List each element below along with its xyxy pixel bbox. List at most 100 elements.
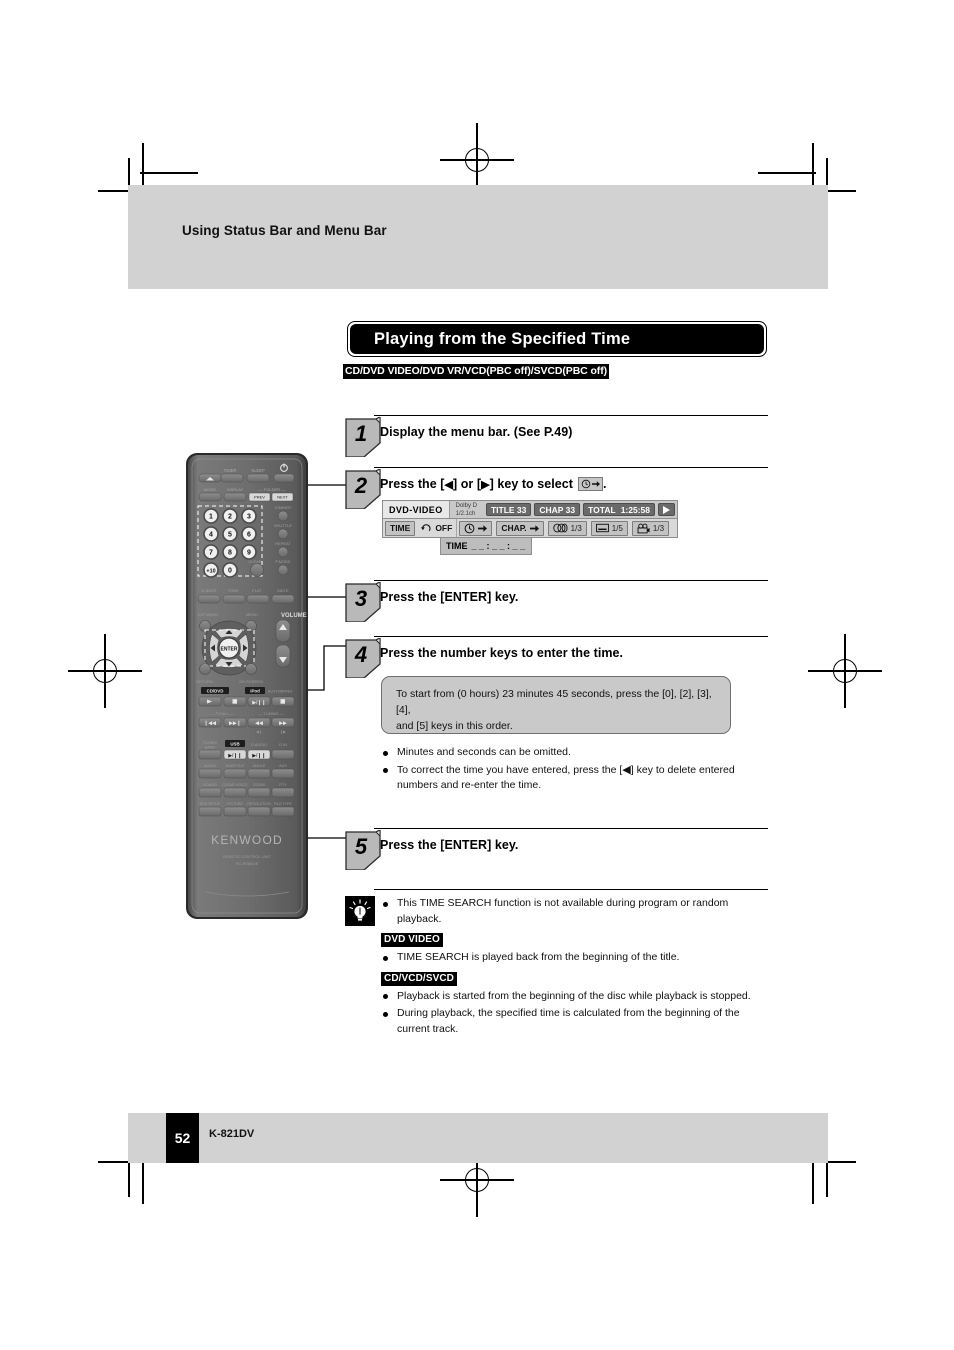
step-3-number: 3: [354, 586, 368, 611]
svg-text:AUDIO: AUDIO: [204, 764, 216, 768]
svg-text:8: 8: [228, 550, 232, 557]
registration-mark-top: [440, 123, 514, 197]
svg-text:RESOLUTION: RESOLUTION: [247, 802, 271, 806]
step-4-number: 4: [354, 642, 368, 667]
svg-text:— P.CALL —: — P.CALL —: [210, 711, 233, 716]
audio-format-indicator: Dolby D 1/2.1ch: [450, 501, 485, 518]
step-1-badge: 1: [344, 417, 381, 457]
svg-text:AUX: AUX: [279, 764, 287, 768]
menu-item-subtitle[interactable]: 1/5: [590, 520, 628, 536]
svg-text:TONE: TONE: [227, 588, 238, 593]
tips-content: This TIME SEARCH function is not availab…: [381, 896, 773, 1039]
status-bar-row-1: DVD-VIDEO Dolby D 1/2.1ch TITLE 33 CHAP …: [382, 500, 678, 519]
svg-text:VOLUME: VOLUME: [281, 613, 307, 619]
svg-text:AUTO/MONO: AUTO/MONO: [268, 689, 293, 694]
step-3-text: Press the [ENTER] key.: [380, 590, 519, 604]
menu-item-chapter-search[interactable]: CHAP.: [496, 520, 544, 536]
right-arrow-icon: [529, 524, 539, 532]
svg-text:1: 1: [209, 514, 213, 521]
svg-text:DIMMER: DIMMER: [275, 505, 291, 510]
svg-text:ON SCREEN: ON SCREEN: [239, 679, 263, 684]
svg-text:PTY: PTY: [279, 783, 287, 787]
step-5-rule: [374, 828, 768, 830]
svg-text:❙◀◀: ❙◀◀: [204, 721, 216, 727]
title-chip: TITLE 33: [485, 503, 532, 516]
svg-text:NEXT: NEXT: [277, 495, 288, 500]
svg-text:TIMER: TIMER: [223, 468, 236, 473]
section-heading-label: Playing from the Specified Time: [350, 324, 764, 354]
svg-text:ANGLE: ANGLE: [253, 764, 266, 768]
menu-item-subtitle-value: 1/5: [611, 523, 623, 533]
right-arrow-key-icon: ▶: [481, 478, 490, 491]
menu-item-audio[interactable]: 1/3: [547, 520, 587, 536]
total-time-chip: TOTAL 1:25:58: [583, 503, 655, 516]
step-4-badge: 4: [344, 638, 381, 678]
svg-text:SHUTTLE: SHUTTLE: [274, 523, 293, 528]
menu-item-time-label: TIME: [390, 523, 411, 533]
step-2-text-end: .: [603, 477, 607, 491]
svg-text:9: 9: [247, 550, 251, 557]
menu-item-repeat-label: OFF: [435, 523, 453, 533]
disc-tag-dvd-video: DVD VIDEO: [381, 933, 443, 947]
svg-text:P.MODE: P.MODE: [275, 559, 291, 564]
svg-text:6: 6: [247, 532, 251, 539]
total-time-value: 1:25:58: [620, 504, 650, 515]
step-4-text: Press the number keys to enter the time.: [380, 646, 624, 660]
menu-bar-filler: [671, 519, 677, 537]
svg-text:CD/DVD: CD/DVD: [207, 689, 224, 694]
menu-item-angle[interactable]: 1/3: [631, 520, 670, 536]
example-note-box: To start from (0 hours) 23 minutes 45 se…: [381, 676, 731, 734]
svg-text:MUTE: MUTE: [277, 588, 289, 593]
menu-bar-row: TIME OFF CHAP. 1/3 1/5 1/3: [382, 519, 678, 538]
svg-text:PICTURE: PICTURE: [227, 802, 243, 806]
play-triangle-icon: [658, 503, 675, 516]
list-item: During playback, the specified time is c…: [381, 1006, 773, 1037]
list-item: Minutes and seconds can be omitted.: [381, 745, 751, 761]
svg-text:TUNER/: TUNER/: [203, 741, 218, 745]
step-3-rule: [374, 580, 768, 582]
lightbulb-icon: [345, 896, 375, 926]
svg-text:▶/❙❙: ▶/❙❙: [252, 753, 266, 759]
menu-item-angle-value: 1/3: [652, 523, 665, 533]
disc-tag-cd-vcd-svcd: CD/VCD/SVCD: [381, 971, 457, 986]
total-time-label: TOTAL: [588, 504, 616, 515]
time-entry-field[interactable]: TIME _ _ : _ _ : _ _: [440, 538, 532, 555]
svg-text:▶▶❙: ▶▶❙: [229, 721, 241, 727]
list-item: TIME SEARCH is played back from the begi…: [381, 950, 773, 966]
time-entry-blanks: _ _ : _ _ : _ _: [471, 541, 526, 551]
svg-text:▶/❙❙: ▶/❙❙: [252, 700, 266, 706]
svg-text:◀❙: ◀❙: [256, 729, 262, 734]
step-5-number: 5: [354, 834, 368, 859]
svg-text:0: 0: [228, 568, 232, 575]
step-1-rule: [374, 415, 768, 417]
status-bar-graphic: DVD-VIDEO Dolby D 1/2.1ch TITLE 33 CHAP …: [382, 500, 678, 555]
step-2-number: 2: [354, 473, 368, 498]
step-4-rule: [374, 636, 768, 638]
svg-text:DISPLAY: DISPLAY: [227, 487, 244, 492]
list-item: To correct the time you have entered, pr…: [381, 763, 751, 794]
svg-text:TOP MENU: TOP MENU: [197, 612, 218, 617]
step-2-text: Press the [◀] or [▶] key to select .: [380, 477, 607, 491]
svg-text:CLEAR VOICE: CLEAR VOICE: [222, 783, 248, 787]
disc-type-label: DVD-VIDEO: [383, 501, 450, 518]
step-5-text: Press the [ENTER] key.: [380, 838, 519, 852]
menu-item-time-search[interactable]: [459, 520, 493, 536]
repeat-off-icon: [421, 523, 431, 531]
svg-text:RETURN: RETURN: [196, 679, 213, 684]
svg-text:CLEAR: CLEAR: [248, 559, 261, 564]
svg-text:4: 4: [209, 532, 213, 539]
bullet-text-before: To correct the time you have entered, pr…: [397, 763, 623, 776]
svg-text:DVD SETUP: DVD SETUP: [200, 802, 221, 806]
example-note-line-1: To start from (0 hours) 23 minutes 45 se…: [396, 688, 712, 716]
svg-text:2: 2: [228, 514, 232, 521]
menu-item-time[interactable]: TIME: [385, 520, 416, 536]
step-2-text-before: Press the [: [380, 477, 445, 491]
svg-text:ENTER: ENTER: [221, 646, 238, 652]
svg-text:MENU: MENU: [246, 612, 258, 617]
svg-text:▶/❙❙: ▶/❙❙: [228, 753, 242, 759]
menu-item-repeat[interactable]: OFF: [417, 519, 458, 537]
left-arrow-key-icon: ◀: [622, 763, 631, 776]
svg-text:SUBTITLE: SUBTITLE: [226, 764, 245, 768]
menu-item-chapter-label: CHAP.: [501, 523, 527, 533]
step-2-text-after: ] key to select: [489, 477, 574, 491]
